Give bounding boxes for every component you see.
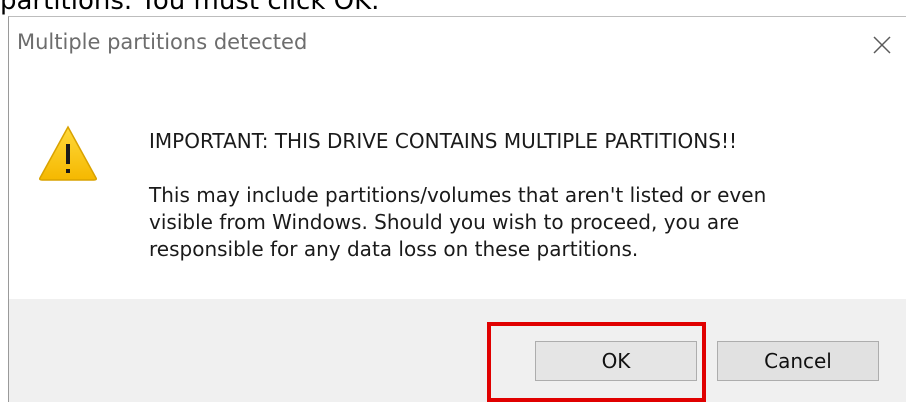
message-body-line: responsible for any data loss on these p…: [149, 237, 639, 261]
dialog-button-bar: OK Cancel: [9, 299, 906, 402]
message-heading: IMPORTANT: THIS DRIVE CONTAINS MULTIPLE …: [149, 129, 737, 153]
cancel-button[interactable]: Cancel: [717, 341, 879, 381]
message-body-line: This may include partitions/volumes that…: [149, 183, 767, 207]
background-caption-text: partitions. You must click OK.: [0, 0, 380, 16]
dialog-title: Multiple partitions detected: [17, 30, 308, 54]
ok-button[interactable]: OK: [535, 341, 697, 381]
message-body: This may include partitions/volumes that…: [149, 182, 849, 263]
close-button[interactable]: [857, 17, 906, 73]
message-body-line: visible from Windows. Should you wish to…: [149, 210, 740, 234]
dialog-titlebar[interactable]: Multiple partitions detected: [9, 17, 906, 73]
warning-triangle-icon: [39, 125, 97, 181]
message-dialog: Multiple partitions detected IMPORTANT: …: [8, 16, 906, 402]
dialog-content: IMPORTANT: THIS DRIVE CONTAINS MULTIPLE …: [9, 73, 906, 299]
screenshot-page: partitions. You must click OK. Multiple …: [0, 0, 906, 402]
close-icon: [873, 36, 891, 54]
